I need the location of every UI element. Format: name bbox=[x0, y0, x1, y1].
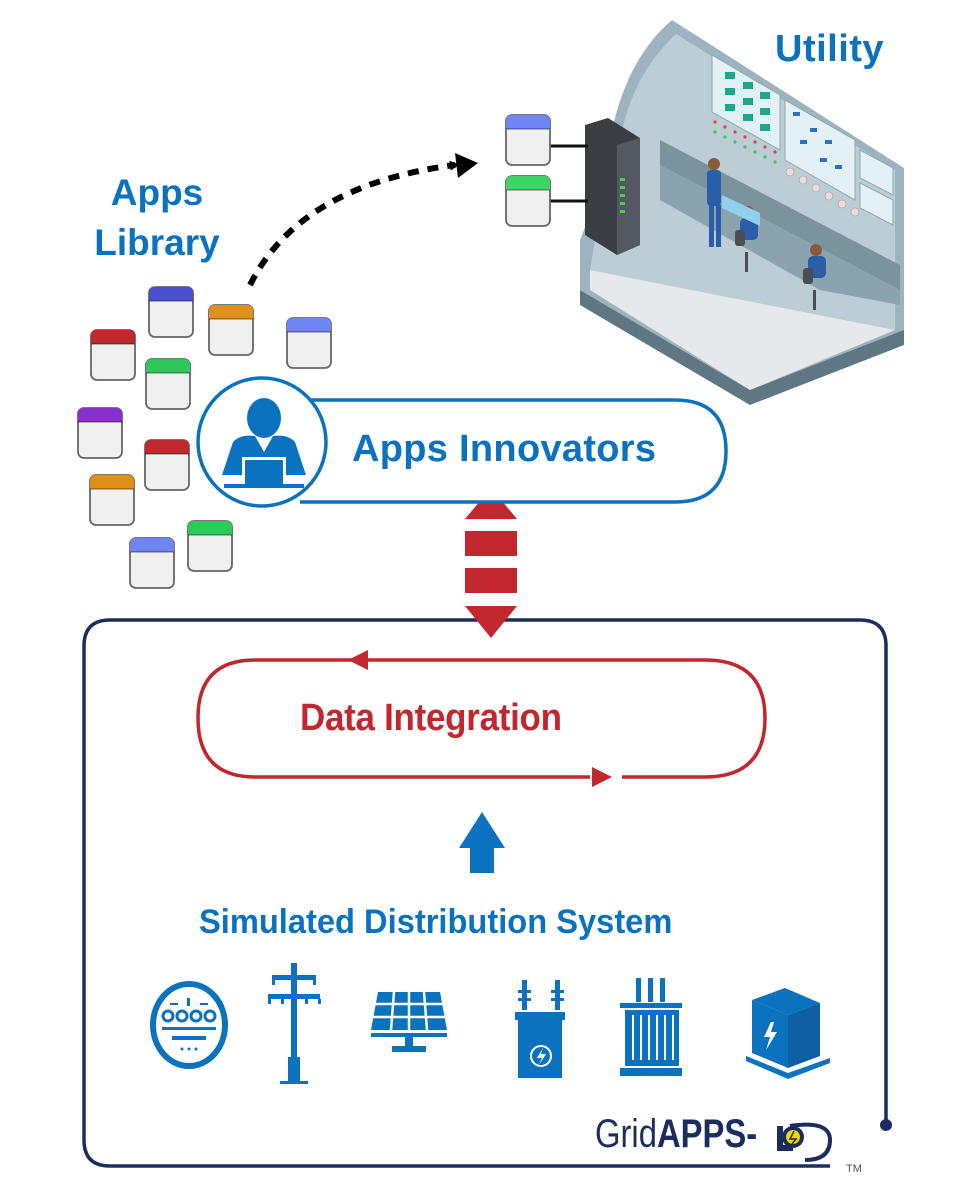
utility-apps bbox=[505, 114, 551, 227]
data-integration-label: Data Integration bbox=[300, 697, 562, 739]
utility-label: Utility bbox=[775, 28, 885, 70]
library-app-window bbox=[129, 537, 175, 589]
control-room-illustration bbox=[580, 20, 904, 405]
gridapps-d-logo: GridAPPS- bbox=[595, 1112, 757, 1157]
up-arrow bbox=[459, 812, 505, 873]
logo-grid-text: Grid bbox=[595, 1112, 657, 1156]
library-app-window bbox=[90, 329, 136, 381]
bidirectional-arrow bbox=[465, 488, 517, 638]
pad-mount-transformer-icon bbox=[746, 988, 830, 1079]
library-app-window bbox=[187, 520, 233, 572]
library-app-window bbox=[286, 317, 332, 369]
library-app-window bbox=[145, 358, 191, 410]
gridapps-d-logo-plug bbox=[777, 1122, 833, 1162]
apps-innovators-label: Apps Innovators bbox=[352, 428, 657, 470]
electric-meter-icon bbox=[150, 981, 228, 1069]
trademark-mark: TM bbox=[846, 1163, 862, 1175]
apps-library-label: Apps Library bbox=[78, 168, 236, 268]
utility-pole-icon bbox=[268, 963, 321, 1084]
library-app-window bbox=[148, 286, 194, 338]
loop-arrowhead-right bbox=[592, 767, 612, 787]
deploy-dashed-arrow bbox=[247, 160, 460, 287]
solar-panel-icon bbox=[371, 991, 447, 1052]
library-app-window bbox=[77, 407, 123, 459]
utility-app-window bbox=[505, 175, 551, 227]
frame-end-dot bbox=[880, 1119, 892, 1131]
library-app-window bbox=[208, 304, 254, 356]
apps-library-label-line2: Library bbox=[94, 222, 220, 263]
library-app-window bbox=[144, 439, 190, 491]
simulated-distribution-system-label: Simulated Distribution System bbox=[199, 903, 673, 941]
substation-transformer-icon bbox=[620, 978, 682, 1076]
dashed-arrowhead bbox=[455, 153, 478, 178]
apps-library-label-line1: Apps bbox=[110, 172, 204, 213]
utility-app-window bbox=[505, 114, 551, 166]
loop-arrowhead-left bbox=[348, 650, 368, 670]
logo-apps-text: APPS- bbox=[656, 1112, 758, 1156]
pole-transformer-icon bbox=[515, 980, 565, 1078]
library-app-window bbox=[89, 474, 135, 526]
